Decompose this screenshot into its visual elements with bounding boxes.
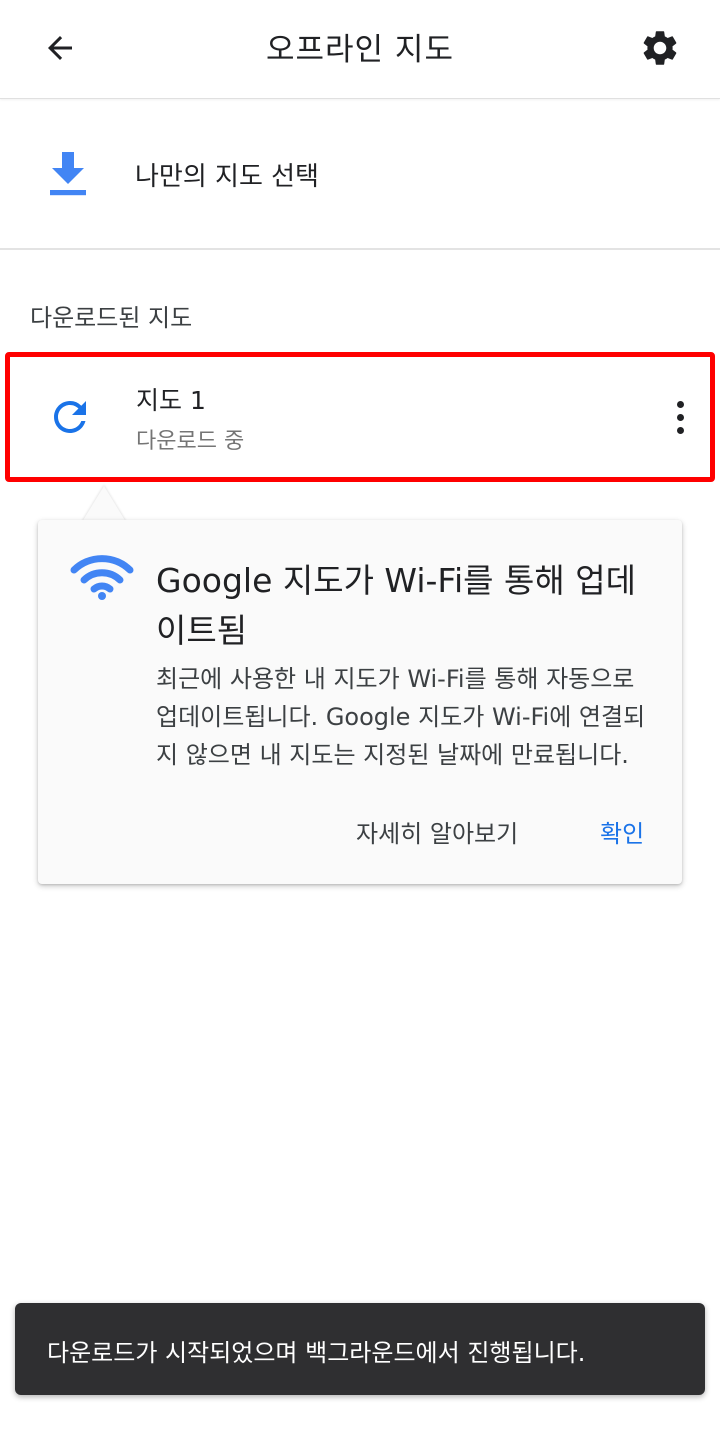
snackbar-message: 다운로드가 시작되었으며 백그라운드에서 진행됩니다. <box>47 1339 586 1367</box>
map-status: 다운로드 중 <box>136 429 245 454</box>
info-card-title: Google 지도가 Wi-Fi를 통해 업데이트됨 <box>156 561 636 650</box>
offline-maps-screen: 오프라인 지도 나만의 지도 선택 다운로드된 지도 지도 1 다운로드 중 G… <box>0 0 720 1440</box>
callout-arrow <box>82 486 126 522</box>
settings-button[interactable] <box>630 20 690 76</box>
more-vert-icon-dot <box>676 400 684 408</box>
wifi-update-info-card: Google 지도가 Wi-Fi를 통해 업데이트됨 최근에 사용한 내 지도가… <box>38 520 682 884</box>
confirm-button[interactable]: 확인 <box>600 814 644 849</box>
select-my-map-row[interactable]: 나만의 지도 선택 <box>0 100 720 250</box>
refresh-icon <box>54 401 86 433</box>
map-name: 지도 1 <box>136 386 206 415</box>
info-card-body: 최근에 사용한 내 지도가 Wi-Fi를 통해 자동으로 업데이트됩니다. Go… <box>156 665 646 769</box>
more-options-button[interactable] <box>660 389 700 445</box>
wifi-icon <box>70 555 134 600</box>
more-vert-icon-dot <box>676 426 684 434</box>
select-my-map-label: 나만의 지도 선택 <box>135 162 319 192</box>
downloaded-map-item[interactable]: 지도 1 다운로드 중 <box>5 352 715 482</box>
app-bar: 오프라인 지도 <box>0 0 720 99</box>
page-title: 오프라인 지도 <box>266 32 454 68</box>
downloaded-maps-heading: 다운로드된 지도 <box>30 304 193 332</box>
snackbar: 다운로드가 시작되었으며 백그라운드에서 진행됩니다. <box>15 1303 705 1395</box>
gear-icon <box>643 31 677 65</box>
more-vert-icon-dot <box>676 413 684 421</box>
download-icon <box>50 152 86 196</box>
learn-more-button[interactable]: 자세히 알아보기 <box>356 814 518 849</box>
